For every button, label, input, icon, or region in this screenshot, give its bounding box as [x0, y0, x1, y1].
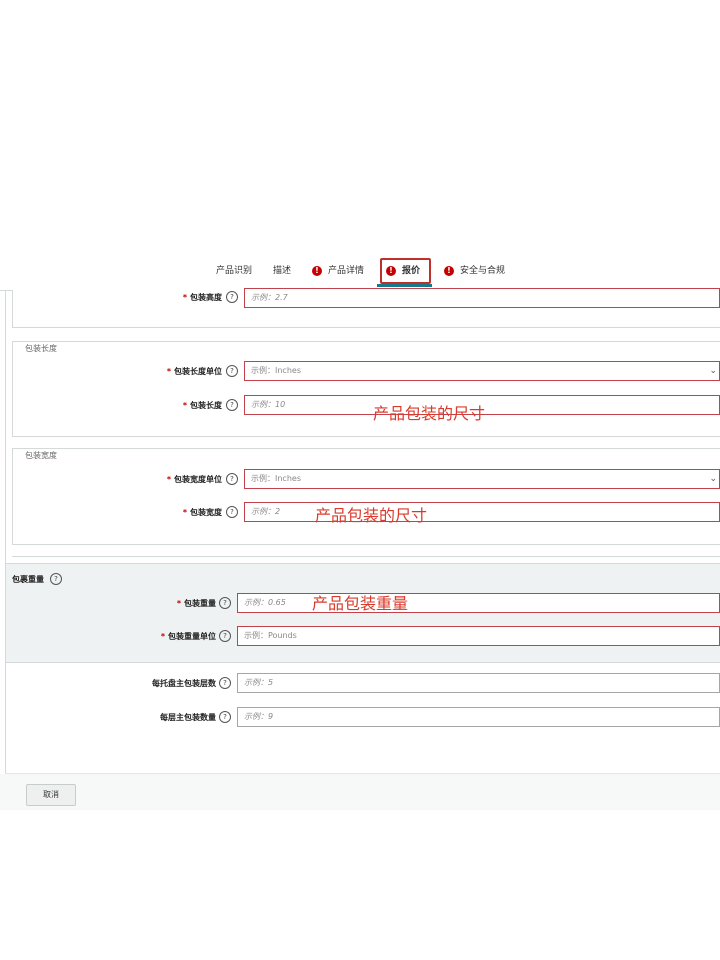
- help-icon[interactable]: ?: [50, 573, 62, 585]
- package-height-label: * 包装高度: [182, 293, 222, 302]
- package-width-unit-select[interactable]: 示例：Inches ⌄: [244, 469, 720, 489]
- error-icon: !: [386, 265, 396, 276]
- error-icon: !: [444, 265, 454, 276]
- cancel-button[interactable]: 取消: [26, 784, 76, 806]
- tab-offer[interactable]: ! 报价: [377, 256, 432, 287]
- tab-label: 描述: [273, 266, 292, 276]
- help-icon[interactable]: ?: [226, 291, 238, 303]
- tab-description[interactable]: 描述: [273, 256, 291, 287]
- tab-label: 报价: [402, 266, 421, 276]
- package-weight-unit-label: * 包装重量单位: [160, 632, 216, 641]
- package-length-label: * 包装长度: [182, 401, 222, 410]
- annotation-note: 产品包装的尺寸: [315, 506, 428, 525]
- pallet-layers-input[interactable]: 示例：5: [237, 673, 720, 693]
- chevron-down-icon: ⌄: [709, 366, 717, 376]
- help-icon[interactable]: ?: [219, 597, 231, 609]
- tab-product-details[interactable]: ! 产品详情: [312, 256, 364, 287]
- help-icon[interactable]: ?: [226, 399, 238, 411]
- package-length-unit-label: * 包装长度单位: [166, 367, 222, 376]
- help-icon[interactable]: ?: [226, 506, 238, 518]
- package-weight-input[interactable]: 示例：0.65: [237, 593, 720, 613]
- tab-safety-compliance[interactable]: ! 安全与合规: [444, 256, 505, 287]
- package-width-group: [12, 448, 720, 545]
- help-icon[interactable]: ?: [219, 711, 231, 723]
- help-icon[interactable]: ?: [219, 630, 231, 642]
- package-length-group: [12, 341, 720, 437]
- footer-bar: [0, 774, 720, 810]
- package-width-unit-label: * 包装宽度单位: [166, 475, 222, 484]
- group-title: 包装宽度: [25, 451, 57, 460]
- divider: [12, 556, 720, 557]
- tab-product-identity[interactable]: 产品识别: [216, 256, 252, 287]
- error-icon: !: [312, 265, 322, 276]
- package-weight-unit-select[interactable]: 示例：Pounds: [237, 626, 720, 646]
- group-title: 包装长度: [25, 344, 57, 353]
- package-weight-label: * 包装重量: [176, 599, 216, 608]
- tab-label: 产品详情: [328, 266, 365, 276]
- package-length-unit-select[interactable]: 示例：Inches ⌄: [244, 361, 720, 381]
- layer-quantity-label: 每层主包装数量: [160, 713, 216, 722]
- package-height-input[interactable]: 示例：2.7: [244, 288, 720, 308]
- section-title: 包裹重量: [12, 575, 44, 584]
- help-icon[interactable]: ?: [219, 677, 231, 689]
- help-icon[interactable]: ?: [226, 365, 238, 377]
- annotation-note: 产品包装重量: [312, 594, 409, 613]
- tab-label: 安全与合规: [460, 266, 506, 276]
- tab-bar: 产品识别 描述 ! 产品详情 ! 报价 ! 安全与合规: [0, 256, 720, 291]
- package-width-label: * 包装宽度: [182, 508, 222, 517]
- pallet-layers-label: 每托盘主包装层数: [152, 679, 216, 688]
- help-icon[interactable]: ?: [226, 473, 238, 485]
- chevron-down-icon: ⌄: [709, 474, 717, 484]
- annotation-note: 产品包装的尺寸: [373, 404, 486, 423]
- tab-label: 产品识别: [216, 266, 253, 276]
- layer-quantity-input[interactable]: 示例：9: [237, 707, 720, 727]
